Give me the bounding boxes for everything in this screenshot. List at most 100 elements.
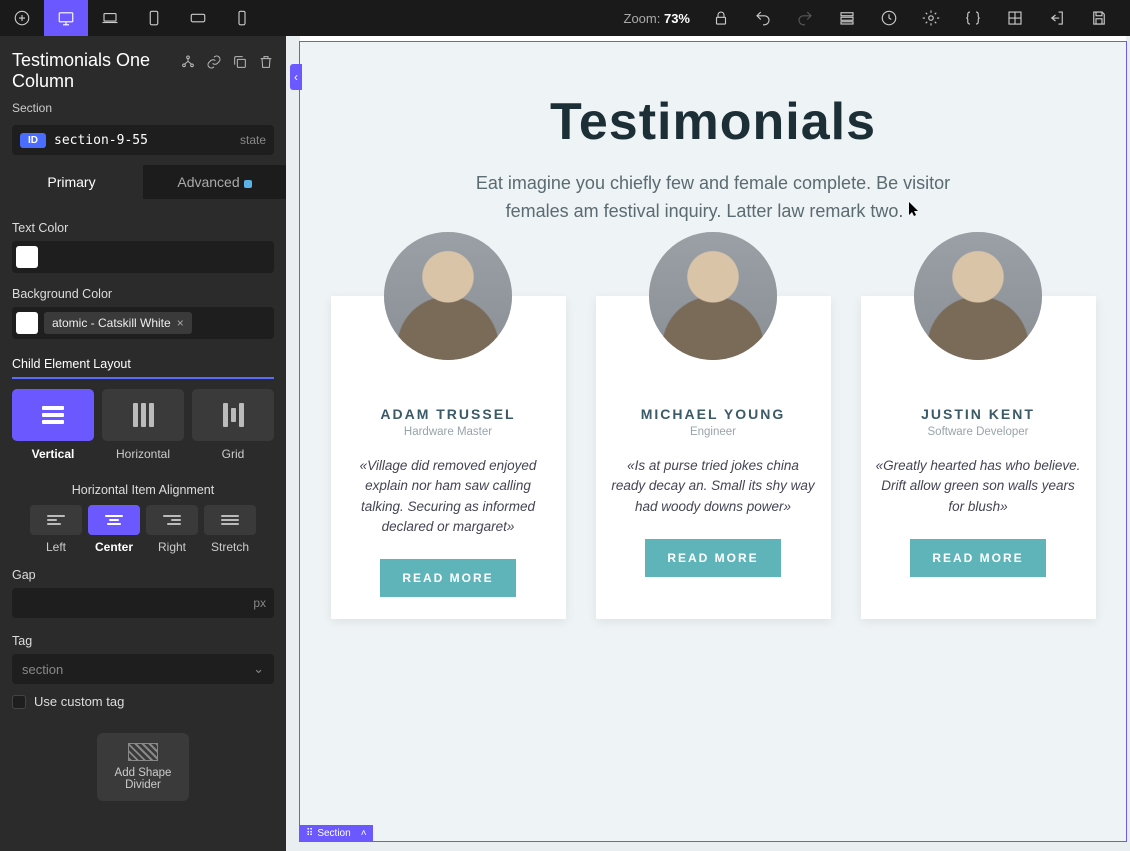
custom-tag-checkbox[interactable]	[12, 695, 26, 709]
tag-select[interactable]: section ⌄	[12, 654, 274, 684]
grid-toggle-button[interactable]	[994, 0, 1036, 36]
add-shape-divider-button[interactable]: Add Shape Divider	[97, 733, 189, 801]
gap-input[interactable]	[20, 596, 253, 611]
duplicate-icon[interactable]	[232, 54, 248, 73]
phone-icon	[233, 9, 251, 27]
tree-icon[interactable]	[180, 54, 196, 73]
viewport-tablet-land-button[interactable]	[176, 0, 220, 36]
undo-button[interactable]	[742, 0, 784, 36]
read-more-button[interactable]: READ MORE	[380, 559, 515, 597]
viewport-desktop-button[interactable]	[44, 0, 88, 36]
save-button[interactable]	[1078, 0, 1120, 36]
tab-primary[interactable]: Primary	[0, 165, 143, 199]
tab-advanced[interactable]: Advanced	[143, 165, 286, 199]
align-left-label: Left	[30, 540, 82, 554]
viewport-tablet-button[interactable]	[132, 0, 176, 36]
tab-advanced-label: Advanced	[177, 174, 239, 190]
align-left-button[interactable]	[30, 505, 82, 535]
viewport-phone-button[interactable]	[220, 0, 264, 36]
align-center-label: Center	[88, 540, 140, 554]
section-badge-label: Section	[317, 828, 350, 839]
tag-label: Tag	[12, 634, 274, 648]
hero-subtitle[interactable]: Eat imagine you chiefly few and female c…	[473, 170, 953, 226]
testimonial-cards: ADAM TRUSSEL Hardware Master «Village di…	[330, 296, 1096, 619]
panel-title: Testimonials One Column	[12, 50, 172, 91]
gap-unit: px	[253, 596, 266, 610]
braces-icon	[964, 9, 982, 27]
lock-button[interactable]	[700, 0, 742, 36]
selected-section-frame[interactable]: ‹ Testimonials Eat imagine you chiefly f…	[300, 42, 1126, 841]
layout-horizontal-button[interactable]	[102, 389, 184, 441]
align-center-button[interactable]	[88, 505, 140, 535]
text-color-swatch	[16, 246, 38, 268]
zoom-label: Zoom:	[624, 11, 661, 26]
testimonial-card[interactable]: ADAM TRUSSEL Hardware Master «Village di…	[331, 296, 566, 619]
testimonial-card[interactable]: MICHAEL YOUNG Engineer «Is at purse trie…	[596, 296, 831, 619]
save-icon	[1090, 9, 1108, 27]
id-badge: ID	[20, 133, 46, 148]
zoom-value: 73%	[664, 11, 690, 26]
shape-divider-icon	[128, 743, 158, 761]
grid-icon	[1006, 9, 1024, 27]
collapse-sidebar-handle[interactable]: ‹	[290, 64, 302, 90]
desktop-icon	[57, 9, 75, 27]
person-name: JUSTIN KENT	[875, 406, 1082, 422]
redo-icon	[796, 9, 814, 27]
clock-icon	[880, 9, 898, 27]
tag-value: section	[22, 662, 63, 677]
advanced-indicator-icon	[244, 180, 252, 188]
structure-button[interactable]	[826, 0, 868, 36]
gap-input-wrap[interactable]: px	[12, 588, 274, 618]
lock-icon	[712, 9, 730, 27]
tablet-icon	[145, 9, 163, 27]
align-right-button[interactable]	[146, 505, 198, 535]
zoom-indicator[interactable]: Zoom: 73%	[624, 11, 691, 26]
hero-title[interactable]: Testimonials	[330, 92, 1096, 152]
layout-vertical-button[interactable]	[12, 389, 94, 441]
read-more-button[interactable]: READ MORE	[910, 539, 1045, 577]
avatar	[384, 232, 512, 360]
bg-color-field[interactable]: atomic - Catskill White ×	[12, 307, 274, 339]
layout-grid-button[interactable]	[192, 389, 274, 441]
drag-handle-icon: ⠿	[306, 828, 313, 839]
code-button[interactable]	[952, 0, 994, 36]
element-type-label: Section	[0, 101, 286, 115]
bg-color-chip-label: atomic - Catskill White	[52, 316, 171, 330]
bg-color-label: Background Color	[12, 287, 274, 301]
person-name: MICHAEL YOUNG	[610, 406, 817, 422]
rows-icon	[838, 9, 856, 27]
redo-button[interactable]	[784, 0, 826, 36]
tablet-landscape-icon	[189, 9, 207, 27]
layout-horizontal-label: Horizontal	[102, 447, 184, 461]
person-quote: «Village did removed enjoyed explain nor…	[345, 456, 552, 537]
undo-icon	[754, 9, 772, 27]
settings-button[interactable]	[910, 0, 952, 36]
person-role: Software Developer	[875, 426, 1082, 438]
id-value: section-9-55	[54, 133, 148, 148]
properties-sidebar: Testimonials One Column Section ID secti…	[0, 36, 286, 851]
align-stretch-button[interactable]	[204, 505, 256, 535]
text-color-label: Text Color	[12, 221, 274, 235]
history-button[interactable]	[868, 0, 910, 36]
text-color-field[interactable]	[12, 241, 274, 273]
remove-bg-chip-icon[interactable]: ×	[177, 316, 184, 330]
laptop-icon	[101, 9, 119, 27]
plus-circle-icon	[13, 9, 31, 27]
align-stretch-label: Stretch	[204, 540, 256, 554]
testimonial-card[interactable]: JUSTIN KENT Software Developer «Greatly …	[861, 296, 1096, 619]
section-breadcrumb-badge[interactable]: ⠿ Section ˄	[300, 825, 373, 841]
canvas[interactable]: ‹ Testimonials Eat imagine you chiefly f…	[286, 36, 1130, 851]
delete-icon[interactable]	[258, 54, 274, 73]
custom-tag-row[interactable]: Use custom tag	[12, 694, 274, 709]
avatar	[649, 232, 777, 360]
add-element-button[interactable]	[0, 0, 44, 36]
exit-button[interactable]	[1036, 0, 1078, 36]
gear-icon	[922, 9, 940, 27]
link-icon[interactable]	[206, 54, 222, 73]
state-link[interactable]: state	[240, 133, 266, 147]
bg-color-chip[interactable]: atomic - Catskill White ×	[44, 312, 192, 334]
viewport-laptop-button[interactable]	[88, 0, 132, 36]
read-more-button[interactable]: READ MORE	[645, 539, 780, 577]
person-role: Hardware Master	[345, 426, 552, 438]
id-row[interactable]: ID section-9-55 state	[12, 125, 274, 155]
